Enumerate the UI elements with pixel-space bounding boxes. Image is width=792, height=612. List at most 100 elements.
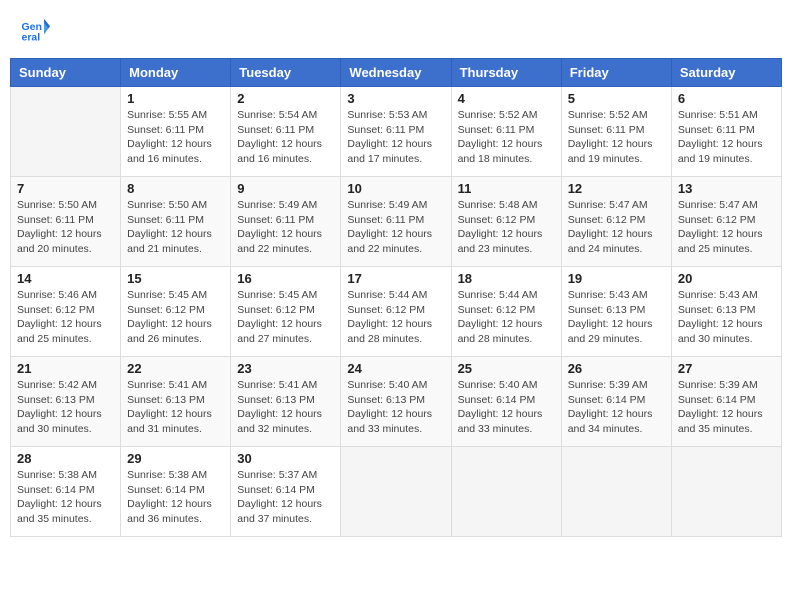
calendar-header-friday: Friday: [561, 59, 671, 87]
day-number: 27: [678, 361, 775, 376]
day-info: Sunrise: 5:40 AMSunset: 6:14 PMDaylight:…: [458, 378, 555, 437]
day-number: 15: [127, 271, 224, 286]
day-number: 8: [127, 181, 224, 196]
day-number: 19: [568, 271, 665, 286]
calendar-cell: 4Sunrise: 5:52 AMSunset: 6:11 PMDaylight…: [451, 87, 561, 177]
day-number: 13: [678, 181, 775, 196]
calendar-cell: 12 Sunrise: 5:47 AMSunset: 6:12 PMDayligh…: [561, 177, 671, 267]
day-number: 18: [458, 271, 555, 286]
day-number: 9: [237, 181, 334, 196]
calendar-cell: 17Sunrise: 5:44 AMSunset: 6:12 PMDayligh…: [341, 267, 451, 357]
svg-text:eral: eral: [22, 32, 41, 44]
day-number: 11: [458, 181, 555, 196]
day-number: 16: [237, 271, 334, 286]
day-info: Sunrise: 5:43 AMSunset: 6:13 PMDaylight:…: [568, 288, 665, 347]
calendar-cell: [451, 447, 561, 537]
day-info: Sunrise: 5:54 AMSunset: 6:11 PMDaylight:…: [237, 108, 334, 167]
calendar-header-sunday: Sunday: [11, 59, 121, 87]
day-number: 10: [347, 181, 444, 196]
day-number: 22: [127, 361, 224, 376]
calendar-week-row: 1 Sunrise: 5:55 AMSunset: 6:11 PMDaylight…: [11, 87, 782, 177]
calendar-cell: 21Sunrise: 5:42 AMSunset: 6:13 PMDayligh…: [11, 357, 121, 447]
day-info: Sunrise: 5:47 AMSunset: 6:12 PMDaylight:…: [678, 198, 775, 257]
calendar-week-row: 21Sunrise: 5:42 AMSunset: 6:13 PMDayligh…: [11, 357, 782, 447]
day-info: Sunrise: 5:50 AMSunset: 6:11 PMDaylight:…: [127, 198, 224, 257]
calendar-cell: 29 Sunrise: 5:38 AMSunset: 6:14 PMDayligh…: [121, 447, 231, 537]
day-number: 3: [347, 91, 444, 106]
calendar-cell: 18 Sunrise: 5:44 AMSunset: 6:12 PMDayligh…: [451, 267, 561, 357]
calendar-week-row: 28 Sunrise: 5:38 AMSunset: 6:14 PMDayligh…: [11, 447, 782, 537]
day-info: Sunrise: 5:55 AMSunset: 6:11 PMDaylight:…: [127, 108, 224, 167]
day-number: 6: [678, 91, 775, 106]
calendar-header-wednesday: Wednesday: [341, 59, 451, 87]
day-info: Sunrise: 5:48 AMSunset: 6:12 PMDaylight:…: [458, 198, 555, 257]
day-info: Sunrise: 5:44 AMSunset: 6:12 PMDaylight:…: [347, 288, 444, 347]
calendar-cell: 7Sunrise: 5:50 AMSunset: 6:11 PMDaylight…: [11, 177, 121, 267]
day-info: Sunrise: 5:39 AMSunset: 6:14 PMDaylight:…: [678, 378, 775, 437]
day-info: Sunrise: 5:51 AMSunset: 6:11 PMDaylight:…: [678, 108, 775, 167]
day-info: Sunrise: 5:50 AMSunset: 6:11 PMDaylight:…: [17, 198, 114, 257]
day-number: 24: [347, 361, 444, 376]
calendar-cell: 30 Sunrise: 5:37 AMSunset: 6:14 PMDayligh…: [231, 447, 341, 537]
calendar-cell: 2 Sunrise: 5:54 AMSunset: 6:11 PMDaylight…: [231, 87, 341, 177]
calendar-cell: [341, 447, 451, 537]
day-number: 1: [127, 91, 224, 106]
day-number: 28: [17, 451, 114, 466]
calendar-cell: [671, 447, 781, 537]
calendar-cell: 19 Sunrise: 5:43 AMSunset: 6:13 PMDayligh…: [561, 267, 671, 357]
calendar-week-row: 7Sunrise: 5:50 AMSunset: 6:11 PMDaylight…: [11, 177, 782, 267]
day-info: Sunrise: 5:39 AMSunset: 6:14 PMDaylight:…: [568, 378, 665, 437]
calendar-header-thursday: Thursday: [451, 59, 561, 87]
day-number: 29: [127, 451, 224, 466]
calendar-cell: 25Sunrise: 5:40 AMSunset: 6:14 PMDayligh…: [451, 357, 561, 447]
calendar-cell: 15 Sunrise: 5:45 AMSunset: 6:12 PMDayligh…: [121, 267, 231, 357]
calendar-cell: 10 Sunrise: 5:49 AMSunset: 6:11 PMDayligh…: [341, 177, 451, 267]
calendar-cell: 13 Sunrise: 5:47 AMSunset: 6:12 PMDayligh…: [671, 177, 781, 267]
day-number: 30: [237, 451, 334, 466]
day-info: Sunrise: 5:43 AMSunset: 6:13 PMDaylight:…: [678, 288, 775, 347]
calendar-cell: 23 Sunrise: 5:41 AMSunset: 6:13 PMDayligh…: [231, 357, 341, 447]
day-info: Sunrise: 5:49 AMSunset: 6:11 PMDaylight:…: [347, 198, 444, 257]
calendar-table: SundayMondayTuesdayWednesdayThursdayFrid…: [10, 58, 782, 537]
day-info: Sunrise: 5:47 AMSunset: 6:12 PMDaylight:…: [568, 198, 665, 257]
calendar-cell: 24 Sunrise: 5:40 AMSunset: 6:13 PMDayligh…: [341, 357, 451, 447]
calendar-header-tuesday: Tuesday: [231, 59, 341, 87]
day-info: Sunrise: 5:38 AMSunset: 6:14 PMDaylight:…: [17, 468, 114, 527]
day-number: 12: [568, 181, 665, 196]
day-number: 20: [678, 271, 775, 286]
calendar-cell: 1 Sunrise: 5:55 AMSunset: 6:11 PMDaylight…: [121, 87, 231, 177]
calendar-cell: 3 Sunrise: 5:53 AMSunset: 6:11 PMDaylight…: [341, 87, 451, 177]
day-number: 23: [237, 361, 334, 376]
day-number: 26: [568, 361, 665, 376]
calendar-cell: 20 Sunrise: 5:43 AMSunset: 6:13 PMDayligh…: [671, 267, 781, 357]
calendar-week-row: 14 Sunrise: 5:46 AMSunset: 6:12 PMDayligh…: [11, 267, 782, 357]
calendar-cell: 11 Sunrise: 5:48 AMSunset: 6:12 PMDayligh…: [451, 177, 561, 267]
day-info: Sunrise: 5:45 AMSunset: 6:12 PMDaylight:…: [127, 288, 224, 347]
calendar-cell: 14 Sunrise: 5:46 AMSunset: 6:12 PMDayligh…: [11, 267, 121, 357]
day-info: Sunrise: 5:41 AMSunset: 6:13 PMDaylight:…: [237, 378, 334, 437]
day-number: 2: [237, 91, 334, 106]
day-info: Sunrise: 5:52 AMSunset: 6:11 PMDaylight:…: [458, 108, 555, 167]
day-info: Sunrise: 5:46 AMSunset: 6:12 PMDaylight:…: [17, 288, 114, 347]
calendar-cell: 28 Sunrise: 5:38 AMSunset: 6:14 PMDayligh…: [11, 447, 121, 537]
day-info: Sunrise: 5:42 AMSunset: 6:13 PMDaylight:…: [17, 378, 114, 437]
calendar-cell: 16Sunrise: 5:45 AMSunset: 6:12 PMDayligh…: [231, 267, 341, 357]
day-info: Sunrise: 5:52 AMSunset: 6:11 PMDaylight:…: [568, 108, 665, 167]
day-info: Sunrise: 5:53 AMSunset: 6:11 PMDaylight:…: [347, 108, 444, 167]
calendar-header-row: SundayMondayTuesdayWednesdayThursdayFrid…: [11, 59, 782, 87]
calendar-cell: [11, 87, 121, 177]
day-info: Sunrise: 5:37 AMSunset: 6:14 PMDaylight:…: [237, 468, 334, 527]
day-info: Sunrise: 5:44 AMSunset: 6:12 PMDaylight:…: [458, 288, 555, 347]
day-info: Sunrise: 5:40 AMSunset: 6:13 PMDaylight:…: [347, 378, 444, 437]
logo-icon: Gen eral: [20, 15, 50, 45]
calendar-cell: 9 Sunrise: 5:49 AMSunset: 6:11 PMDaylight…: [231, 177, 341, 267]
calendar-cell: 8 Sunrise: 5:50 AMSunset: 6:11 PMDaylight…: [121, 177, 231, 267]
day-info: Sunrise: 5:38 AMSunset: 6:14 PMDaylight:…: [127, 468, 224, 527]
calendar-cell: 26 Sunrise: 5:39 AMSunset: 6:14 PMDayligh…: [561, 357, 671, 447]
day-number: 5: [568, 91, 665, 106]
calendar-cell: [561, 447, 671, 537]
day-number: 14: [17, 271, 114, 286]
day-info: Sunrise: 5:41 AMSunset: 6:13 PMDaylight:…: [127, 378, 224, 437]
calendar-header-saturday: Saturday: [671, 59, 781, 87]
day-info: Sunrise: 5:49 AMSunset: 6:11 PMDaylight:…: [237, 198, 334, 257]
